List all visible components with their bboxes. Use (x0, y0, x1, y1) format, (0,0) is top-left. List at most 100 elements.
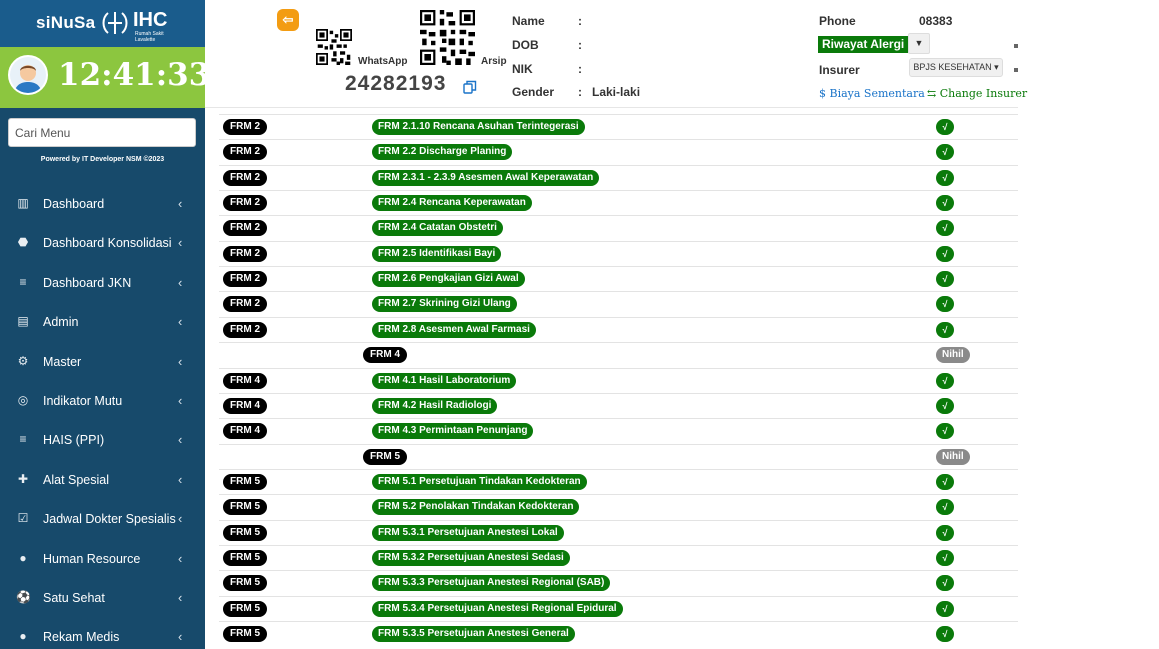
sidebar-item-dashboard-konsolidasi[interactable]: ⬣ Dashboard Konsolidasi ‹ (0, 224, 205, 263)
sidebar-item-rekam-medis[interactable]: ● Rekam Medis ‹ (0, 618, 205, 649)
status-check-badge[interactable]: √ (936, 499, 954, 516)
status-check-badge[interactable]: √ (936, 600, 954, 617)
whatsapp-qr-icon[interactable] (316, 29, 352, 65)
form-row: FRM 2 FRM 2.5 Identifikasi Bayi √ (219, 240, 1018, 266)
status-check-badge[interactable]: √ (936, 549, 954, 566)
copy-icon[interactable] (463, 80, 477, 94)
sidebar-item-dashboard[interactable]: ▥ Dashboard ‹ (0, 185, 205, 224)
status-check-badge[interactable]: √ (936, 423, 954, 440)
form-link[interactable]: FRM 2.4 Rencana Keperawatan (372, 195, 532, 212)
status-check-badge[interactable]: √ (936, 195, 954, 212)
sidebar: siNuSa IHC Rumah Sakit Lavalette 12:41:3… (0, 0, 210, 649)
status-check-badge[interactable]: √ (936, 245, 954, 262)
insurer-label: Insurer (819, 63, 860, 77)
chevron-left-icon: ‹ (178, 274, 183, 290)
form-link[interactable]: FRM 2.7 Skrining Gizi Ulang (372, 296, 517, 313)
riwayat-alergi-button[interactable]: Riwayat Alergi (818, 36, 909, 53)
status-check-badge[interactable]: √ (936, 473, 954, 490)
sidebar-item-admin[interactable]: ▤ Admin ‹ (0, 303, 205, 342)
form-link[interactable]: FRM 5.3.4 Persetujuan Anestesi Regional … (372, 600, 623, 617)
gender-colon: : (578, 85, 582, 99)
server-icon: ▤ (17, 314, 29, 329)
form-link[interactable]: FRM 5.1 Persetujuan Tindakan Kedokteran (372, 473, 587, 490)
status-check-badge[interactable]: √ (936, 296, 954, 313)
form-row: FRM 4 FRM 4.2 Hasil Radiologi √ (219, 392, 1018, 418)
form-code-badge: FRM 5 (223, 626, 267, 642)
sidebar-item-label: Rekam Medis (43, 630, 120, 645)
chevron-left-icon: ‹ (178, 353, 183, 369)
status-check-badge[interactable]: √ (936, 524, 954, 541)
chevron-left-icon: ‹ (178, 235, 183, 251)
avatar[interactable] (8, 55, 48, 95)
cogs-icon: ⚙ (17, 353, 29, 368)
status-check-badge[interactable]: √ (936, 169, 954, 186)
form-row: FRM 2 FRM 2.8 Asesmen Awal Farmasi √ (219, 316, 1018, 342)
group-code-badge: FRM 4 (363, 347, 407, 364)
sidebar-item-alat-spesial[interactable]: ✚ Alat Spesial ‹ (0, 461, 205, 500)
form-link[interactable]: FRM 5.3.2 Persetujuan Anestesi Sedasi (372, 549, 570, 566)
form-link[interactable]: FRM 4.1 Hasil Laboratorium (372, 372, 517, 389)
change-insurer-label: Change Insurer (939, 87, 1028, 100)
sidebar-item-hais-ppi[interactable]: ≡ HAIS (PPI) ‹ (0, 421, 205, 460)
form-link[interactable]: FRM 4.2 Hasil Radiologi (372, 397, 498, 414)
status-check-badge[interactable]: √ (936, 220, 954, 237)
status-check-badge[interactable]: √ (936, 321, 954, 338)
status-check-badge[interactable]: √ (936, 271, 954, 288)
form-row: FRM 2 FRM 2.3.1 - 2.3.9 Asesmen Awal Kepe… (219, 164, 1018, 190)
status-nihil-badge: Nihil (936, 347, 970, 364)
status-check-badge[interactable]: √ (936, 119, 954, 135)
form-link[interactable]: FRM 2.3.1 - 2.3.9 Asesmen Awal Keperawat… (372, 169, 600, 186)
form-code-badge: FRM 2 (223, 119, 267, 135)
arsip-qr-icon[interactable] (420, 10, 475, 65)
brand-bar[interactable]: siNuSa IHC Rumah Sakit Lavalette (0, 0, 205, 47)
form-link[interactable]: FRM 5.3.5 Persetujuan Anestesi General (372, 626, 575, 642)
form-link[interactable]: FRM 2.6 Pengkajian Gizi Awal (372, 271, 525, 288)
form-code-badge: FRM 5 (223, 600, 267, 617)
sidebar-item-master[interactable]: ⚙ Master ‹ (0, 343, 205, 382)
status-check-badge[interactable]: √ (936, 372, 954, 389)
sidebar-item-label: Alat Spesial (43, 472, 110, 487)
form-link[interactable]: FRM 2.8 Asesmen Awal Farmasi (372, 321, 536, 338)
name-colon: : (578, 14, 582, 28)
change-insurer-link[interactable]: ⇆ Change Insurer (927, 87, 1027, 100)
form-link[interactable]: FRM 5.3.3 Persetujuan Anestesi Regional … (372, 575, 611, 592)
caret-down-icon: ▾ (991, 62, 999, 72)
form-code-badge: FRM 5 (223, 473, 267, 490)
name-label: Name (512, 14, 545, 28)
form-code-badge: FRM 2 (223, 144, 267, 161)
form-row: FRM 4 FRM 4.3 Permintaan Penunjang √ (219, 418, 1018, 443)
form-link[interactable]: FRM 5.2 Penolakan Tindakan Kedokteran (372, 499, 580, 516)
status-check-badge[interactable]: √ (936, 626, 954, 642)
allergy-dropdown-toggle[interactable]: ▼ (908, 33, 930, 54)
sidebar-item-dashboard-jkn[interactable]: ≡ Dashboard JKN ‹ (0, 264, 205, 303)
form-link[interactable]: FRM 4.3 Permintaan Penunjang (372, 423, 534, 440)
form-link[interactable]: FRM 2.2 Discharge Planing (372, 144, 513, 161)
sidebar-item-indikator-mutu[interactable]: ◎ Indikator Mutu ‹ (0, 382, 205, 421)
form-link[interactable]: FRM 2.5 Identifikasi Bayi (372, 245, 502, 262)
sidebar-item-jadwal-dokter-spesialis[interactable]: ☑ Jadwal Dokter Spesialis ‹ (0, 500, 205, 539)
clock-bar: 12:41:33 (0, 47, 210, 108)
status-check-badge[interactable]: √ (936, 397, 954, 414)
form-code-badge: FRM 2 (223, 321, 267, 338)
sidebar-item-label: Human Resource (43, 551, 141, 566)
status-check-badge[interactable]: √ (936, 144, 954, 161)
biaya-sementara-link[interactable]: $ Biaya Sementara (819, 87, 925, 100)
sidebar-item-label: HAIS (PPI) (43, 433, 105, 448)
form-link[interactable]: FRM 2.1.10 Rencana Asuhan Terintegerasi (372, 119, 585, 135)
menu-search-input[interactable] (8, 118, 196, 147)
insurer-dropdown[interactable]: BPJS KESEHATAN ▾ (909, 58, 1003, 77)
sidebar-item-label: Indikator Mutu (43, 393, 123, 408)
back-button[interactable]: ⇦ (277, 9, 299, 31)
list-icon: ≡ (19, 432, 27, 447)
clock: 12:41:33 (58, 57, 211, 93)
sidebar-item-satu-sehat[interactable]: ⚽ Satu Sehat ‹ (0, 579, 205, 618)
dollar-icon: $ (819, 87, 830, 100)
sidebar-item-human-resource[interactable]: ● Human Resource ‹ (0, 540, 205, 579)
form-code-badge: FRM 4 (223, 423, 267, 440)
chevron-left-icon: ‹ (178, 432, 183, 448)
puzzle-icon: ✚ (17, 471, 29, 486)
form-link[interactable]: FRM 5.3.1 Persetujuan Anestesi Lokal (372, 524, 564, 541)
status-check-badge[interactable]: √ (936, 575, 954, 592)
users-icon: ● (19, 629, 27, 644)
form-link[interactable]: FRM 2.4 Catatan Obstetri (372, 220, 503, 237)
